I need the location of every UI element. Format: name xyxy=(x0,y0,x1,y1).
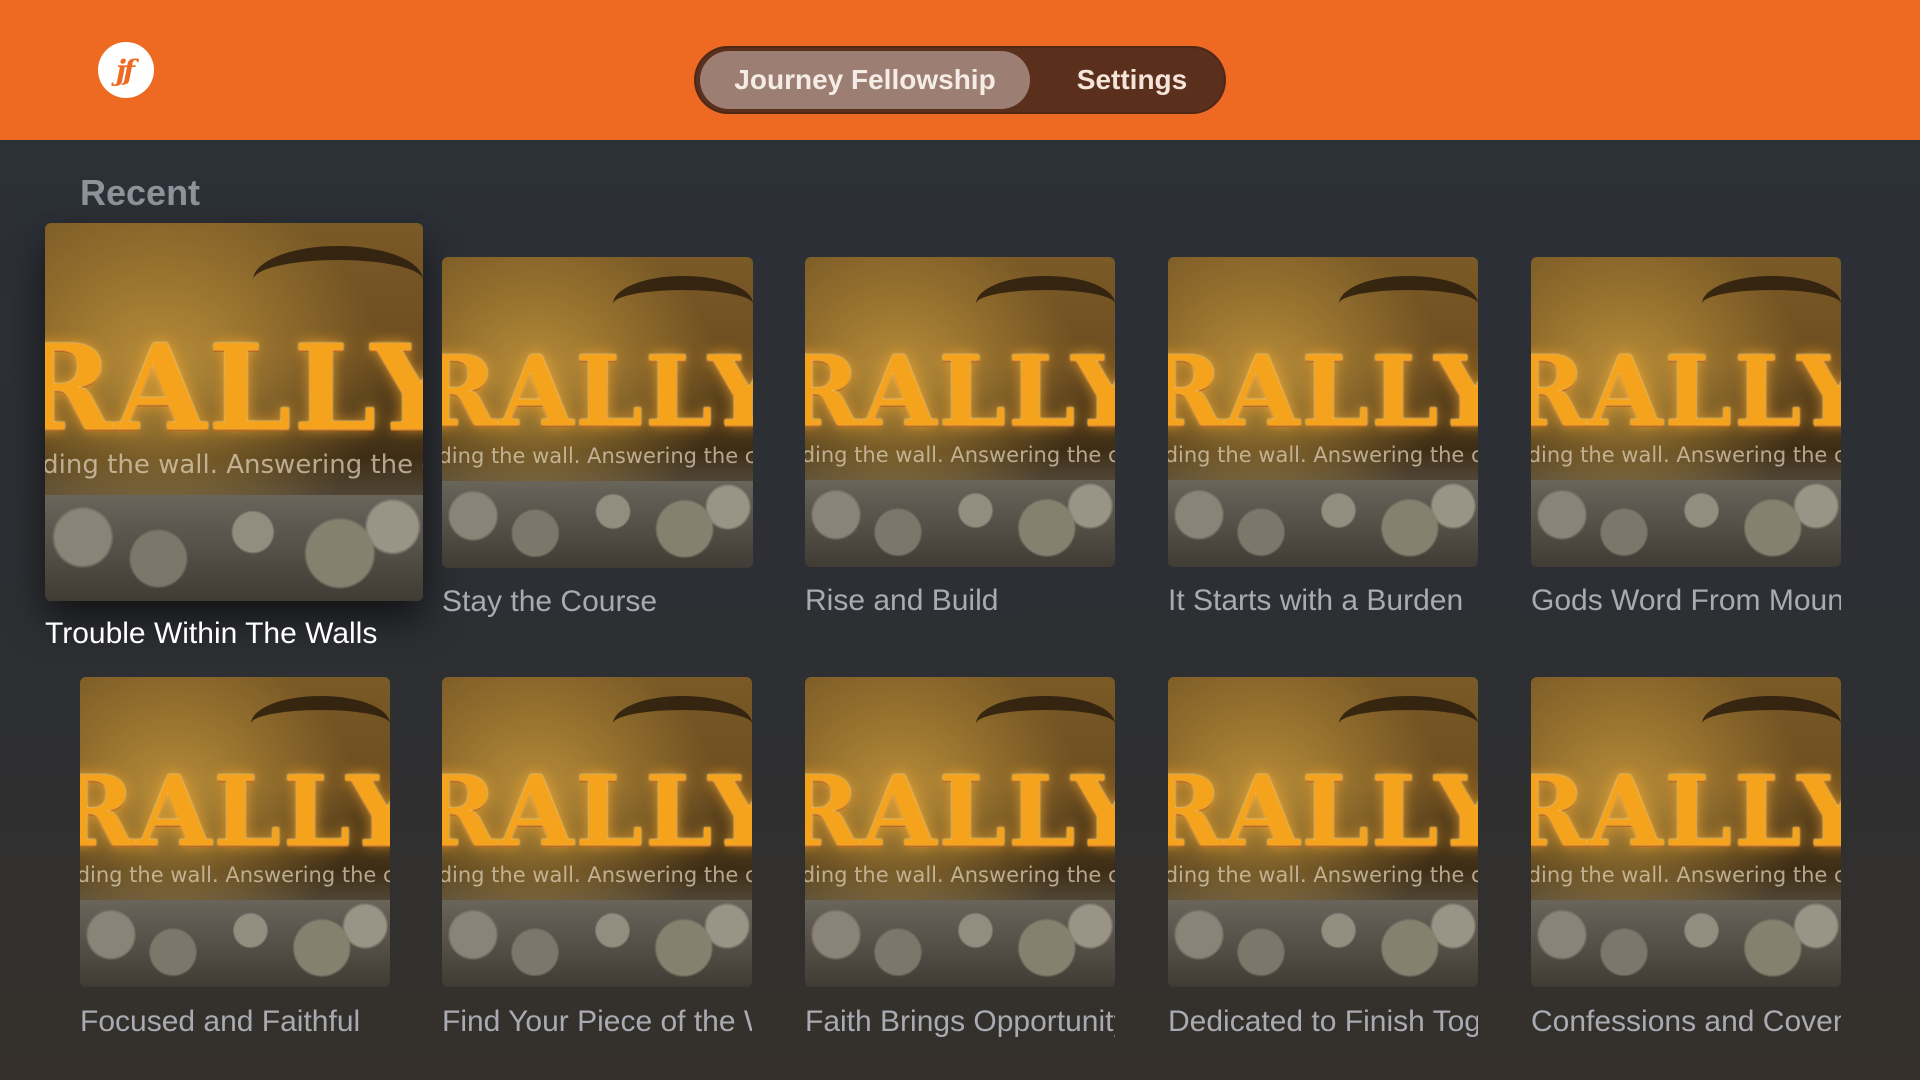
episode-title: Find Your Piece of the Wall xyxy=(442,1005,752,1038)
episode-title: Rise and Build xyxy=(805,584,999,617)
episode-artwork: RALLY Rebuilding the wall. Answering the… xyxy=(442,257,753,568)
episode-artwork: RALLY Rebuilding the wall. Answering the… xyxy=(45,223,423,601)
episode-title: Dedicated to Finish Together xyxy=(1168,1005,1478,1038)
episode-artwork: RALLY Rebuilding the wall. Answering the… xyxy=(442,677,752,987)
episode-artwork: RALLY Rebuilding the wall. Answering the… xyxy=(1168,257,1478,567)
artwork-title-text: RALLY xyxy=(1531,334,1841,448)
episode-title: Stay the Course xyxy=(442,585,658,618)
artwork-tagline: Rebuilding the wall. Answering the call. xyxy=(80,863,390,887)
artwork-tagline: Rebuilding the wall. Answering the call. xyxy=(442,863,752,887)
artwork-title-text: RALLY xyxy=(805,754,1115,868)
episode-artwork: RALLY Rebuilding the wall. Answering the… xyxy=(805,257,1115,567)
episode-artwork: RALLY Rebuilding the wall. Answering the… xyxy=(1531,257,1841,567)
episode-title: It Starts with a Burden xyxy=(1168,584,1464,617)
artwork-tagline: Rebuilding the wall. Answering the call. xyxy=(805,443,1115,467)
episode-artwork: RALLY Rebuilding the wall. Answering the… xyxy=(80,677,390,987)
artwork-title-text: RALLY xyxy=(80,754,390,868)
episode-title: Gods Word From Mount xyxy=(1531,584,1841,617)
episode-title: Focused and Faithful xyxy=(80,1005,361,1038)
artwork-title-text: RALLY xyxy=(1168,754,1478,868)
artwork-tagline: Rebuilding the wall. Answering the call. xyxy=(1168,443,1478,467)
section-title: Recent xyxy=(80,172,201,213)
artwork-tagline: Rebuilding the wall. Answering the call. xyxy=(1168,863,1478,887)
artwork-tagline: Rebuilding the wall. Answering the call. xyxy=(442,443,753,468)
artwork-tagline: Rebuilding the wall. Answering the call. xyxy=(45,449,423,480)
artwork-title-text: RALLY xyxy=(45,317,423,457)
episode-title: Trouble Within The Walls xyxy=(45,617,378,650)
artwork-tagline: Rebuilding the wall. Answering the call. xyxy=(805,863,1115,887)
artwork-title-text: RALLY xyxy=(805,334,1115,448)
app-logo-text: jf xyxy=(115,53,135,87)
top-bar: jf Journey Fellowship Settings xyxy=(0,0,1920,140)
episode-artwork: RALLY Rebuilding the wall. Answering the… xyxy=(1168,677,1478,987)
episode-artwork: RALLY Rebuilding the wall. Answering the… xyxy=(1531,677,1841,987)
main-content: Recent RALLY Rebuilding the wall. Answer… xyxy=(0,140,1920,1080)
artwork-title-text: RALLY xyxy=(1168,334,1478,448)
episode-artwork: RALLY Rebuilding the wall. Answering the… xyxy=(805,677,1115,987)
artwork-tagline: Rebuilding the wall. Answering the call. xyxy=(1531,863,1841,887)
tab-bar: Journey Fellowship Settings xyxy=(694,46,1226,114)
artwork-title-text: RALLY xyxy=(1531,754,1841,868)
artwork-title-text: RALLY xyxy=(442,334,753,448)
app-logo-icon: jf xyxy=(98,42,154,98)
tab-settings[interactable]: Settings xyxy=(1044,51,1220,109)
tab-journey-fellowship[interactable]: Journey Fellowship xyxy=(700,51,1030,109)
episode-title: Faith Brings Opportunity xyxy=(805,1005,1115,1038)
episode-title: Confessions and Covenants xyxy=(1531,1005,1841,1038)
artwork-title-text: RALLY xyxy=(442,754,752,868)
artwork-tagline: Rebuilding the wall. Answering the call. xyxy=(1531,443,1841,467)
